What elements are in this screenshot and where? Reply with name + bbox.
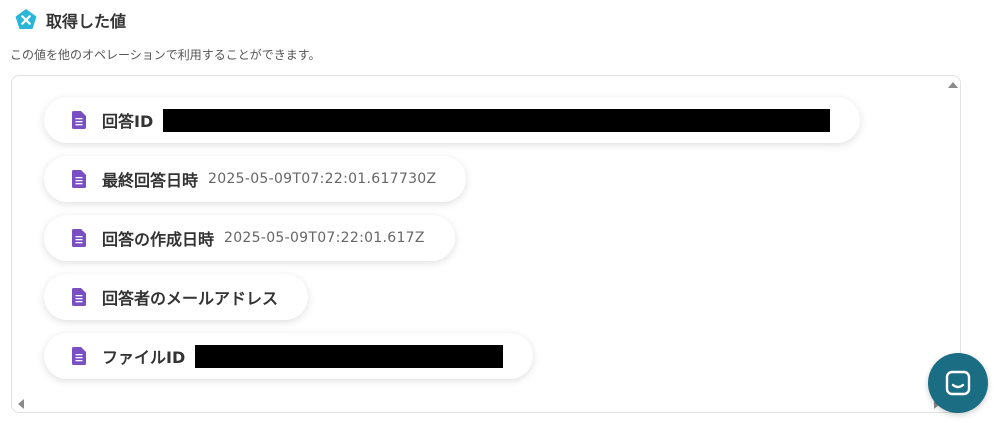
chip-value: 2025-05-09T07:22:01.617730Z bbox=[208, 171, 437, 187]
chip-label: 最終回答日時 bbox=[102, 171, 199, 190]
chat-button[interactable] bbox=[928, 353, 988, 413]
google-forms-doc-icon bbox=[72, 229, 86, 247]
google-forms-doc-icon bbox=[72, 111, 86, 129]
value-chip-last-answered-at[interactable]: 最終回答日時 2025-05-09T07:22:01.617730Z bbox=[44, 156, 467, 202]
close-x-badge-icon bbox=[14, 8, 38, 32]
redacted-value bbox=[195, 344, 504, 368]
google-forms-doc-icon bbox=[72, 347, 86, 365]
section-header: 取得した値 bbox=[14, 8, 126, 32]
scroll-left-arrow-icon[interactable] bbox=[18, 399, 24, 409]
value-chip-respondent-email[interactable]: 回答者のメールアドレス bbox=[44, 274, 309, 320]
scroll-up-arrow-icon[interactable] bbox=[948, 82, 958, 88]
section-description: この値を他のオペレーションで利用することができます。 bbox=[10, 48, 321, 62]
google-forms-doc-icon bbox=[72, 170, 86, 188]
chip-label: 回答者のメールアドレス bbox=[102, 289, 279, 308]
chip-value: 2025-05-09T07:22:01.617Z bbox=[224, 230, 425, 246]
section-title: 取得した値 bbox=[46, 12, 127, 31]
chip-label: 回答の作成日時 bbox=[102, 230, 215, 249]
values-panel: 回答ID 最終回答日時 2025-05-09T07:22:01.617730Z … bbox=[11, 75, 961, 413]
value-chip-file-id[interactable]: ファイルID bbox=[44, 333, 534, 379]
google-forms-doc-icon bbox=[72, 288, 86, 306]
value-chip-response-id[interactable]: 回答ID bbox=[44, 97, 861, 143]
chat-bubble-icon bbox=[945, 370, 971, 396]
redacted-value bbox=[163, 108, 831, 132]
chip-label: 回答ID bbox=[102, 112, 154, 131]
chip-label: ファイルID bbox=[102, 348, 186, 367]
value-chip-created-at[interactable]: 回答の作成日時 2025-05-09T07:22:01.617Z bbox=[44, 215, 455, 261]
